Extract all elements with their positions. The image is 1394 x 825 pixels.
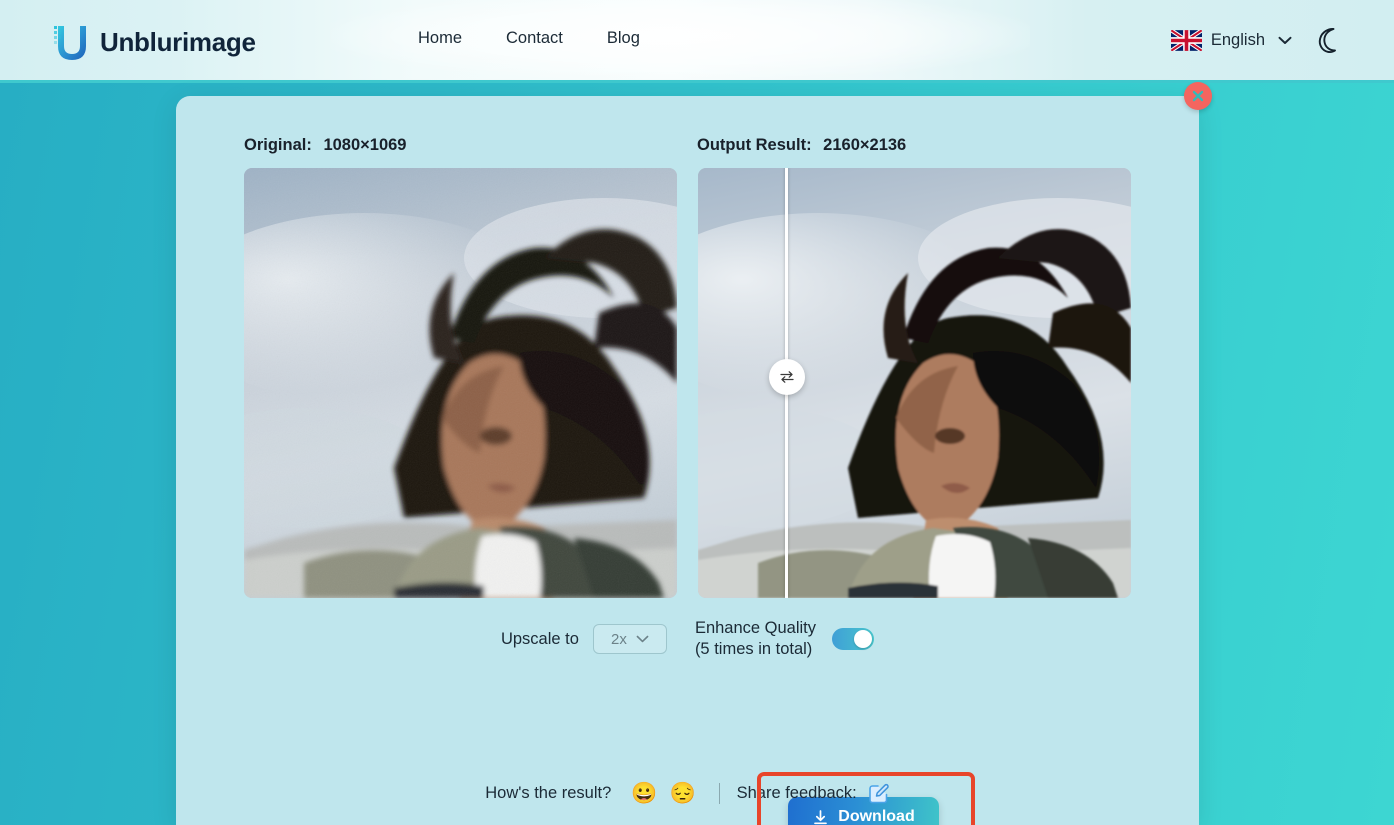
enhance-quality-subtitle: (5 times in total) <box>694 640 813 659</box>
site-header: Unblurimage Home Contact Blog English <box>0 0 1394 83</box>
header-right-controls: English <box>1170 26 1340 54</box>
language-selector[interactable]: English <box>1170 29 1292 51</box>
image-comparison-area <box>244 168 1131 598</box>
original-dimensions: 1080×1069 <box>323 136 407 154</box>
upscale-select-value: 2x <box>611 630 627 648</box>
enhance-quality-title: Enhance Quality <box>694 619 817 637</box>
chevron-down-icon <box>636 635 649 643</box>
download-button-label: Download <box>838 808 915 825</box>
brand-name: Unblurimage <box>100 26 256 57</box>
nav-item-home[interactable]: Home <box>418 29 484 48</box>
chevron-down-icon <box>1278 36 1292 44</box>
compare-swap-handle[interactable] <box>769 359 805 395</box>
upscale-label: Upscale to <box>500 629 579 648</box>
enhance-quality-toggle[interactable] <box>832 628 875 651</box>
image-labels: Original: 1080×1069 Output Result: 2160×… <box>176 136 1199 160</box>
original-label-text: Original: <box>244 136 312 154</box>
brand-logo-link[interactable]: Unblurimage <box>52 22 256 62</box>
original-label: Original: 1080×1069 <box>244 136 407 155</box>
unblurimage-u-logo-icon <box>54 26 86 60</box>
original-image-pane[interactable] <box>244 168 677 598</box>
feedback-sad-button[interactable]: 😔 <box>669 783 695 804</box>
output-label-text: Output Result: <box>697 136 812 154</box>
upscale-controls: Upscale to 2x Enhance Quality (5 times i… <box>176 618 1199 660</box>
output-label: Output Result: 2160×2136 <box>697 136 906 155</box>
toggle-knob <box>854 630 873 649</box>
feedback-question: How's the result? <box>485 783 612 802</box>
uk-flag-icon <box>1170 29 1202 51</box>
download-arrow-icon <box>814 809 828 824</box>
output-dimensions: 2160×2136 <box>823 136 907 154</box>
main-nav: Home Contact Blog <box>418 29 662 48</box>
close-button[interactable] <box>1184 82 1212 110</box>
feedback-row: How's the result? 😀 😔 Share feedback: <box>176 782 1199 804</box>
output-image-pane[interactable] <box>698 168 1131 598</box>
moon-icon[interactable] <box>1316 26 1340 54</box>
language-label: English <box>1210 30 1265 49</box>
result-card: Original: 1080×1069 Output Result: 2160×… <box>176 82 1212 825</box>
close-x-icon <box>1192 90 1204 102</box>
upscale-select[interactable]: 2x <box>592 624 667 655</box>
enhance-quality-text: Enhance Quality (5 times in total) <box>695 618 816 660</box>
share-feedback-label: Share feedback: <box>736 783 857 802</box>
nav-item-contact[interactable]: Contact <box>484 29 585 48</box>
feedback-happy-button[interactable]: 😀 <box>631 783 657 804</box>
nav-item-blog[interactable]: Blog <box>585 29 662 48</box>
edit-square-icon[interactable] <box>868 782 890 804</box>
feedback-divider <box>718 782 720 804</box>
enhance-quality-group: Enhance Quality (5 times in total) <box>695 618 875 660</box>
output-photo <box>698 168 1131 598</box>
swap-arrows-icon <box>780 371 794 383</box>
original-photo <box>244 168 677 598</box>
